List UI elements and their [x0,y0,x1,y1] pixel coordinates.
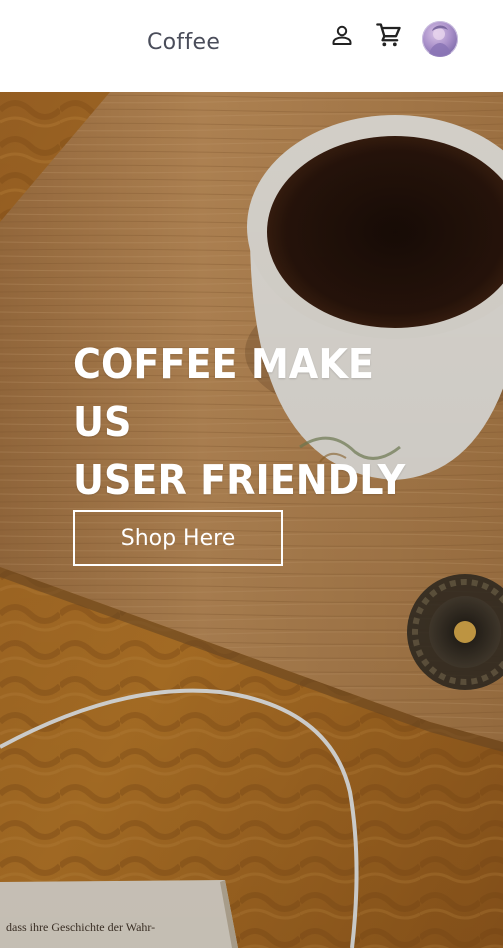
hero-title-line-2: USER FRIENDLY [73,456,406,504]
account-icon[interactable] [330,23,354,47]
avatar[interactable] [422,21,458,57]
brand-title[interactable]: Coffee [147,30,220,55]
hero-title-line-1: COFFEE MAKE US [73,340,374,446]
shop-here-button[interactable]: Shop Here [73,510,283,566]
book-page-text: dass ihre Geschichte der Wahr- [6,920,156,934]
hero-title: COFFEE MAKE US USER FRIENDLY [73,335,445,509]
page: Coffee COFFEE MAKE US USER FRIENDLY Shop… [0,0,503,948]
header: Coffee [0,0,503,92]
cart-icon[interactable] [375,21,403,49]
hero-section: COFFEE MAKE US USER FRIENDLY Shop Here d… [0,92,503,948]
